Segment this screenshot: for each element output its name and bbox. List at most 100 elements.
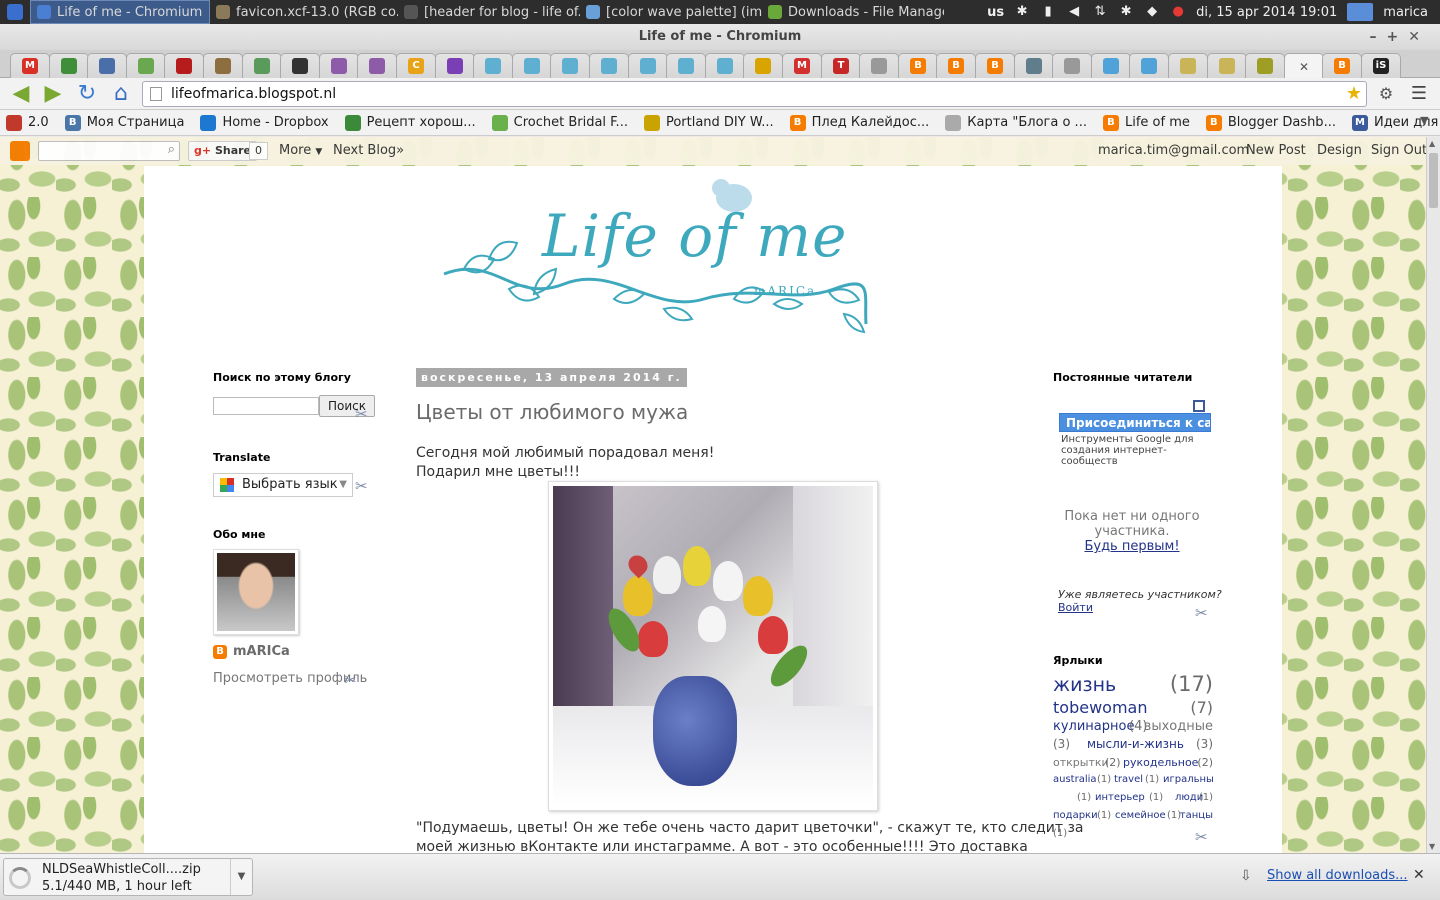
browser-tab[interactable] <box>1052 53 1092 78</box>
label-link[interactable]: мысли-и-жизнь <box>1087 737 1184 751</box>
edit-widget-icon[interactable]: ✂ <box>1195 828 1213 846</box>
taskbar-item[interactable]: [color wave palette] (im... <box>580 0 762 24</box>
browser-tab[interactable]: B <box>975 53 1015 78</box>
taskbar-item[interactable]: [header for blog - life of... <box>398 0 580 24</box>
address-bar[interactable]: lifeofmarica.blogspot.nl ★ <box>142 81 1367 107</box>
taskbar-item[interactable]: favicon.xcf-13.0 (RGB co... <box>210 0 398 24</box>
clock[interactable]: di, 15 apr 2014 19:01 <box>1196 5 1337 20</box>
label-link[interactable]: рукодельное <box>1123 756 1198 769</box>
label-link[interactable]: tobewoman <box>1053 698 1147 717</box>
download-menu-icon[interactable]: ▼ <box>230 859 252 895</box>
blogger-logo-icon[interactable] <box>10 141 30 161</box>
browser-tab[interactable] <box>435 53 475 78</box>
network-icon[interactable]: ⇅ <box>1092 5 1108 19</box>
browser-tab[interactable] <box>859 53 899 78</box>
browser-tab[interactable] <box>1168 53 1208 78</box>
label-link[interactable]: семейное <box>1115 810 1166 821</box>
browser-tab[interactable] <box>49 53 89 78</box>
reload-icon[interactable]: ↻ <box>74 82 100 106</box>
browser-tab[interactable] <box>203 53 243 78</box>
browser-tab[interactable]: M <box>782 53 822 78</box>
edit-widget-icon[interactable]: ✂ <box>344 671 362 689</box>
dropbox-tray-icon[interactable]: ◆ <box>1144 5 1160 19</box>
battery-icon[interactable]: ▮ <box>1040 5 1056 19</box>
browser-tab[interactable]: B <box>1322 53 1362 78</box>
search-icon[interactable]: ⌕ <box>168 142 175 157</box>
update-icon[interactable]: ● <box>1170 5 1186 19</box>
browser-tab[interactable] <box>242 53 282 78</box>
popout-icon[interactable] <box>1193 400 1205 412</box>
bookmark-item[interactable]: Home - Dropbox <box>200 114 329 131</box>
login-link[interactable]: Войти <box>1058 601 1093 614</box>
browser-tab[interactable]: iS <box>1361 53 1401 78</box>
edit-widget-icon[interactable]: ✂ <box>1195 604 1213 622</box>
bookmark-item[interactable]: Карта "Блога о ... <box>945 114 1087 131</box>
browser-tab[interactable]: M <box>10 53 50 78</box>
browser-tab[interactable]: T <box>821 53 861 78</box>
bookmark-item[interactable]: B Моя Страница <box>64 114 184 131</box>
label-link[interactable]: танцы <box>1180 810 1213 821</box>
bookmark-item[interactable]: Crochet Bridal F... <box>491 114 628 131</box>
new-post-link[interactable]: New Post <box>1246 143 1306 158</box>
show-desktop-icon[interactable] <box>1347 3 1374 21</box>
browser-tab[interactable] <box>628 53 668 78</box>
show-all-downloads-link[interactable]: Show all downloads... <box>1267 868 1408 883</box>
label-link[interactable]: открытки <box>1053 756 1109 769</box>
browser-tab[interactable] <box>126 53 166 78</box>
browser-tab[interactable] <box>87 53 127 78</box>
volume-icon[interactable]: ◀ <box>1066 5 1082 19</box>
scroll-up-icon[interactable]: ▲ <box>1429 139 1435 148</box>
bookmark-star-icon[interactable]: ★ <box>1346 82 1362 106</box>
browser-tab[interactable] <box>164 53 204 78</box>
menu-icon[interactable]: ☰ <box>1406 82 1432 106</box>
label-link[interactable]: жизнь <box>1053 674 1116 696</box>
blog-header-logo[interactable]: Life of me mARICa <box>434 174 874 339</box>
taskbar-item[interactable]: Downloads - File Manager <box>762 0 944 24</box>
blog-search-input[interactable] <box>213 397 319 415</box>
browser-tab[interactable]: B <box>898 53 938 78</box>
bookmark-item[interactable]: Portland DIY W... <box>643 114 774 131</box>
scroll-down-icon[interactable]: ▼ <box>1429 842 1435 851</box>
navbar-search-input[interactable]: ⌕ <box>38 141 180 161</box>
bookmark-item[interactable]: 2.0 <box>6 114 49 131</box>
join-site-button[interactable]: Присоединиться к сай <box>1059 413 1211 432</box>
be-first-link[interactable]: Будь первым! <box>1060 539 1204 554</box>
browser-tab[interactable] <box>1091 53 1131 78</box>
bookmark-item[interactable]: B Blogger Dashb... <box>1205 114 1336 131</box>
browser-tab[interactable] <box>473 53 513 78</box>
profile-photo[interactable] <box>213 549 299 635</box>
label-link[interactable]: подарки <box>1053 810 1098 821</box>
browser-tab[interactable] <box>319 53 359 78</box>
browser-tab[interactable] <box>1245 53 1285 78</box>
more-menu[interactable]: More ▼ <box>279 143 322 158</box>
design-link[interactable]: Design <box>1317 143 1362 158</box>
browser-tab[interactable] <box>1129 53 1169 78</box>
browser-tab[interactable]: B <box>936 53 976 78</box>
sign-out-link[interactable]: Sign Out <box>1371 143 1426 158</box>
taskbar-item[interactable]: Life of me - Chromium <box>30 0 210 24</box>
minimize-icon[interactable]: – <box>1370 29 1387 45</box>
browser-tab[interactable] <box>666 53 706 78</box>
profile-name-link[interactable]: B mARICa <box>213 644 290 659</box>
close-window-icon[interactable]: ✕ <box>1408 29 1430 45</box>
label-link[interactable]: australia <box>1053 774 1097 785</box>
browser-tab[interactable] <box>357 53 397 78</box>
tab-active[interactable]: ✕ <box>1284 53 1324 79</box>
next-blog-link[interactable]: Next Blog» <box>333 143 404 158</box>
browser-tab[interactable] <box>1207 53 1247 78</box>
edit-widget-icon[interactable]: ✂ <box>355 477 373 495</box>
close-icon[interactable]: ✕ <box>1296 59 1312 75</box>
label-link[interactable]: интерьер <box>1095 792 1145 803</box>
download-item[interactable]: NLDSeaWhistleColl....zip 5.1/440 MB, 1 h… <box>3 858 253 896</box>
label-link[interactable]: игральный дом <box>1163 774 1213 785</box>
label-link[interactable]: кулинарное <box>1053 719 1134 734</box>
page-scrollbar[interactable]: ▲ ▼ <box>1426 137 1440 853</box>
close-shelf-icon[interactable]: ✕ <box>1413 867 1425 883</box>
edit-widget-icon[interactable]: ✂ <box>355 405 373 423</box>
google-tools-text[interactable]: Инструменты Google для создания интернет… <box>1061 434 1201 467</box>
post-photo[interactable] <box>548 481 878 811</box>
scrollbar-thumb[interactable] <box>1429 153 1438 208</box>
bookmark-item[interactable]: B Life of me <box>1102 114 1190 131</box>
extension-icon[interactable]: ⚙ <box>1373 82 1399 106</box>
home-icon[interactable]: ⌂ <box>108 82 134 106</box>
